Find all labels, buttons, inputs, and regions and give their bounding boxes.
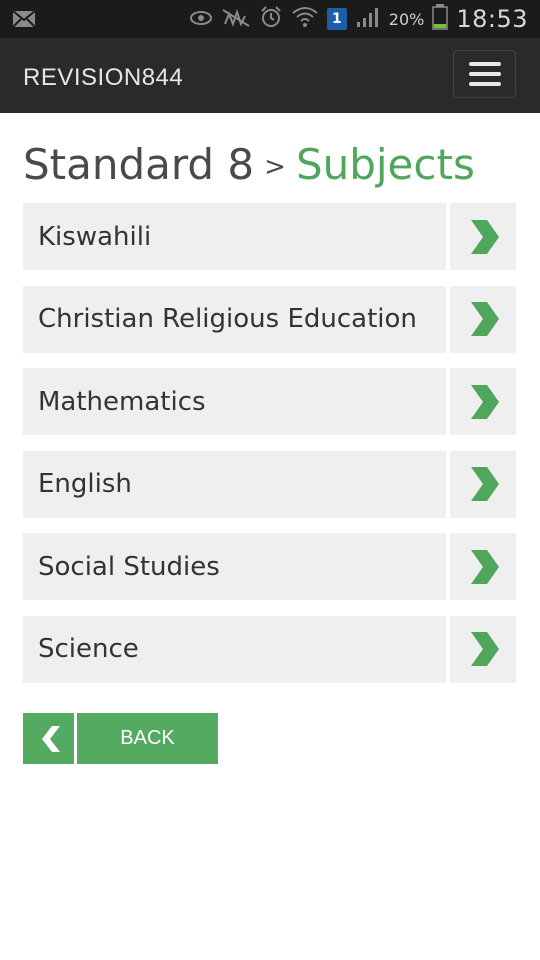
chevron-right-icon[interactable]: [450, 450, 516, 518]
subject-label[interactable]: Social Studies: [23, 533, 446, 600]
mute-icon: [221, 6, 251, 32]
subject-label[interactable]: Science: [23, 615, 446, 683]
subject-label[interactable]: Mathematics: [23, 368, 446, 435]
signal-icon: [355, 6, 381, 32]
chevron-right-icon[interactable]: [450, 285, 516, 353]
status-bar: 1 20% 18:53: [0, 0, 540, 38]
page-title: Standard 8 > Subjects: [23, 140, 475, 189]
page-title-standard: Standard 8: [23, 140, 255, 189]
subject-row-social-studies[interactable]: Social Studies: [23, 533, 516, 600]
wifi-icon: [291, 5, 319, 33]
subject-label[interactable]: Kiswahili: [23, 203, 446, 270]
breadcrumb-separator: >: [264, 152, 286, 182]
eye-icon: [189, 8, 213, 30]
page-title-subjects: Subjects: [295, 140, 475, 189]
clock: 18:53: [456, 5, 528, 33]
subject-label[interactable]: Christian Religious Education: [23, 285, 446, 353]
hamburger-menu-icon[interactable]: [453, 50, 516, 98]
subject-row-science[interactable]: Science: [23, 615, 516, 683]
subject-row-mathematics[interactable]: Mathematics: [23, 368, 516, 435]
subject-row-cre[interactable]: Christian Religious Education: [23, 285, 516, 353]
chevron-left-icon[interactable]: [23, 713, 74, 764]
chevron-right-icon[interactable]: [450, 203, 516, 270]
notification-icon: [12, 9, 36, 33]
chevron-right-icon[interactable]: [450, 615, 516, 683]
brand-logo[interactable]: REVISION844: [23, 64, 183, 92]
navbar: REVISION844: [0, 38, 540, 113]
menu-line: [468, 72, 501, 76]
subject-row-english[interactable]: English: [23, 450, 516, 518]
subject-label[interactable]: English: [23, 450, 446, 518]
back-button[interactable]: BACK: [77, 713, 218, 764]
subject-row-kiswahili[interactable]: Kiswahili: [23, 203, 516, 270]
chevron-right-icon[interactable]: [450, 533, 516, 600]
back-control: BACK: [23, 713, 218, 764]
menu-line: [468, 82, 501, 86]
battery-icon: [432, 4, 449, 34]
chevron-right-icon[interactable]: [450, 368, 516, 435]
subject-list: Kiswahili Christian Religious Education …: [23, 203, 516, 698]
battery-percent: 20%: [388, 9, 425, 29]
menu-line: [468, 62, 501, 66]
sim-icon: 1: [326, 8, 347, 30]
alarm-icon: [259, 5, 283, 33]
